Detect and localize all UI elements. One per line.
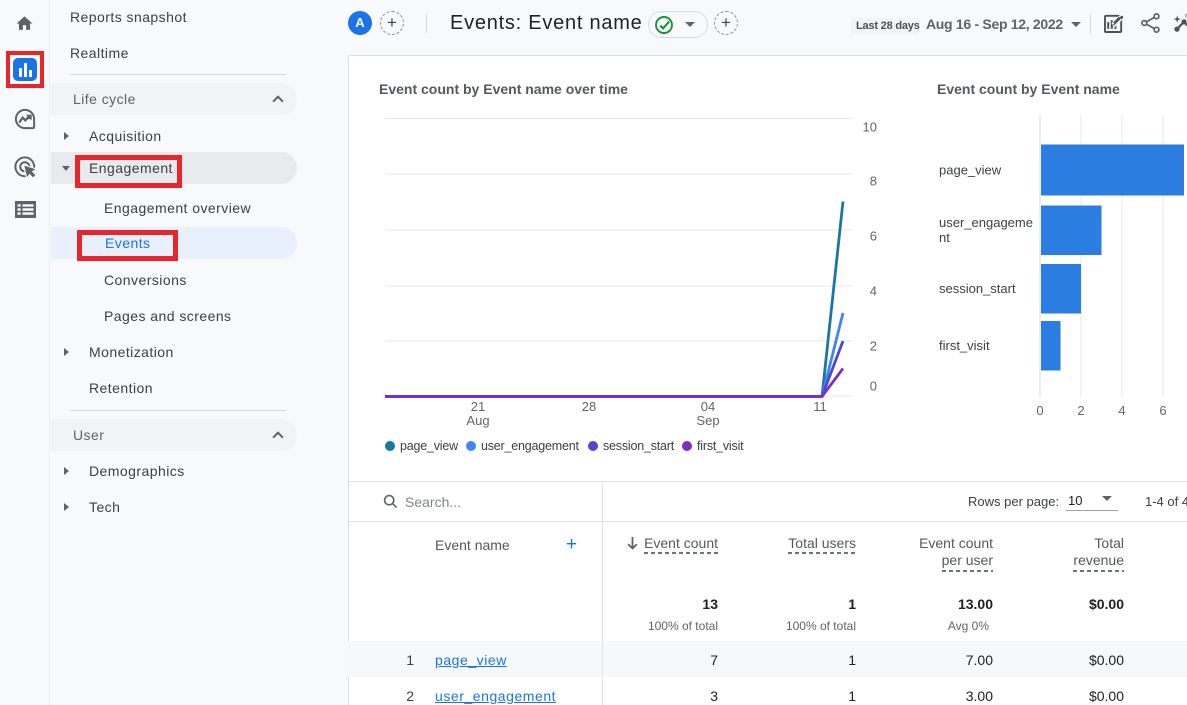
svg-text:10: 10: [863, 120, 877, 135]
svg-text:nt: nt: [939, 230, 950, 245]
svg-text:Sep: Sep: [696, 413, 719, 428]
svg-text:user_engageme: user_engageme: [939, 215, 1033, 230]
svg-text:8: 8: [870, 174, 877, 189]
svg-text:0: 0: [870, 379, 877, 394]
svg-text:4: 4: [870, 284, 877, 299]
svg-text:2: 2: [1077, 403, 1084, 418]
svg-text:page_view: page_view: [939, 163, 1002, 178]
svg-text:28: 28: [582, 399, 596, 414]
svg-text:11: 11: [813, 399, 827, 414]
svg-text:21: 21: [471, 399, 485, 414]
svg-text:4: 4: [1118, 403, 1125, 418]
svg-text:0: 0: [1036, 403, 1043, 418]
svg-text:first_visit: first_visit: [939, 338, 990, 353]
svg-text:session_start: session_start: [939, 281, 1016, 296]
svg-text:04: 04: [701, 399, 715, 414]
svg-text:6: 6: [870, 229, 877, 244]
svg-text:Aug: Aug: [466, 413, 489, 428]
svg-text:6: 6: [1159, 403, 1166, 418]
svg-text:2: 2: [870, 339, 877, 354]
